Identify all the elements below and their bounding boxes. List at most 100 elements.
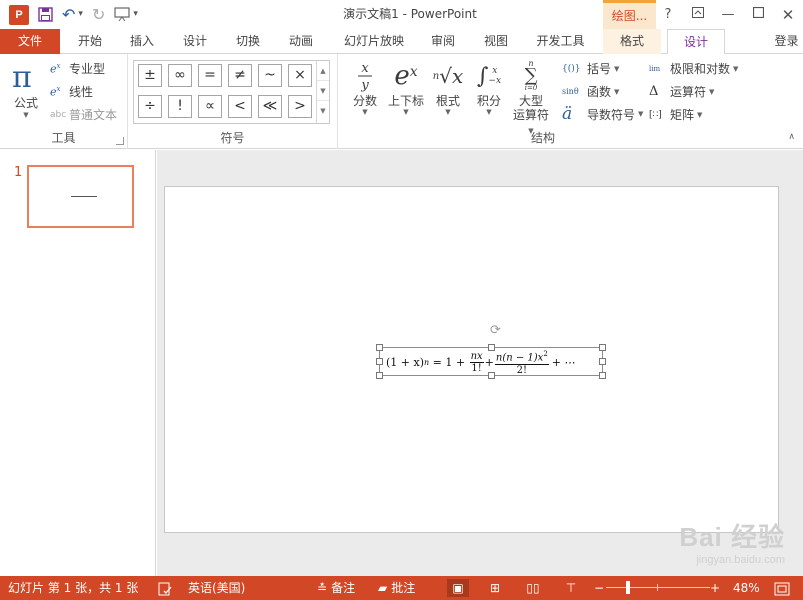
symbol-times[interactable]: ×: [288, 64, 312, 87]
function-button[interactable]: sinθ 函数 ▼: [562, 83, 619, 100]
undo-icon[interactable]: ↶: [62, 0, 75, 29]
language-indicator[interactable]: 英语(美国): [188, 576, 245, 600]
tab-equation-design[interactable]: 设计: [667, 29, 725, 55]
gallery-more-icon[interactable]: ▼: [317, 101, 329, 121]
symbol-gallery-scroll: ▲ ▼ ▼: [316, 61, 329, 123]
slide-canvas[interactable]: ⟳ (1 + x) n = 1 + nx 1! + n(n − 1)x2 2! …: [164, 186, 779, 533]
watermark-main: Bai 经验: [679, 522, 785, 552]
group-label-structures: 结构: [530, 131, 555, 145]
help-icon[interactable]: ?: [653, 7, 683, 22]
limit-log-button[interactable]: lim 极限和对数 ▼: [649, 60, 738, 77]
group-tools: π 公式 ▼ ex 专业型 ex 线性 abc 普通文本 工具: [0, 54, 128, 149]
reading-view-icon[interactable]: ▯▯: [522, 579, 544, 597]
resize-handle-tr[interactable]: [599, 344, 606, 351]
bracket-button[interactable]: {()} 括号 ▼: [562, 60, 619, 77]
resize-handle-bl[interactable]: [376, 372, 383, 379]
equation-tail: + ⋯: [551, 356, 576, 369]
equation-pi-icon[interactable]: π: [12, 60, 32, 95]
powerpoint-logo-icon[interactable]: P: [9, 4, 29, 25]
tab-view[interactable]: 视图: [476, 29, 516, 54]
tab-design[interactable]: 设计: [175, 29, 215, 54]
undo-dropdown-icon[interactable]: ▾: [78, 0, 83, 29]
restore-icon[interactable]: [743, 6, 773, 22]
accent-button[interactable]: ä 导数符号 ▼: [562, 104, 643, 124]
scroll-down-icon[interactable]: ▼: [317, 81, 329, 101]
rotate-handle-icon[interactable]: ⟳: [490, 323, 501, 338]
symbol-tilde[interactable]: ~: [258, 64, 282, 87]
collapse-ribbon-icon[interactable]: ∧: [788, 132, 795, 142]
tools-dialog-launcher-icon[interactable]: [116, 137, 124, 145]
radical-button[interactable]: n √x 根式 ▼: [430, 58, 466, 116]
signin-link[interactable]: 登录: [770, 29, 803, 54]
fraction-button[interactable]: xy 分数 ▼: [348, 58, 382, 116]
symbol-much-less[interactable]: ≪: [258, 95, 282, 118]
save-icon[interactable]: [38, 7, 53, 22]
symbol-factorial[interactable]: !: [168, 95, 192, 118]
linear-format-icon: ex: [50, 84, 61, 99]
equation-button[interactable]: 公式 ▼: [8, 94, 44, 119]
fraction-1-denominator: 1!: [471, 363, 482, 374]
minimize-icon[interactable]: —: [713, 7, 743, 22]
symbol-infinity[interactable]: ∞: [168, 64, 192, 87]
comments-button[interactable]: ▰ 批注: [378, 576, 415, 600]
normal-text-label: 普通文本: [69, 108, 118, 122]
normal-view-icon[interactable]: ▣: [447, 579, 469, 597]
tab-home[interactable]: 开始: [70, 29, 110, 54]
matrix-button[interactable]: [∷] 矩阵 ▼: [649, 106, 702, 123]
chevron-down-icon: ▼: [445, 108, 451, 116]
status-bar: 幻灯片 第 1 张，共 1 张 英语(美国) ≛ 备注 ▰ 批注 ▣ ⊞ ▯▯ ⊤ …: [0, 576, 803, 600]
customize-qat-icon[interactable]: ▾: [133, 0, 138, 29]
linear-button[interactable]: ex 线性: [50, 83, 93, 100]
tab-developer[interactable]: 开发工具: [528, 29, 593, 54]
normal-text-button[interactable]: abc 普通文本: [50, 106, 117, 123]
equation-textbox[interactable]: ⟳ (1 + x) n = 1 + nx 1! + n(n − 1)x2 2! …: [376, 323, 606, 379]
integral-button[interactable]: ∫ x −x 积分 ▼: [472, 58, 506, 117]
resize-handle-r[interactable]: [599, 358, 606, 365]
integral-icon: ∫ x −x: [476, 63, 502, 89]
resize-handle-tl[interactable]: [376, 344, 383, 351]
symbol-plus-minus[interactable]: ±: [138, 64, 162, 87]
slideshow-view-icon[interactable]: ⊤: [560, 579, 582, 597]
spellcheck-icon[interactable]: [158, 576, 172, 600]
zoom-level[interactable]: 48%: [733, 576, 760, 600]
zoom-in-button[interactable]: +: [710, 576, 720, 600]
scroll-up-icon[interactable]: ▲: [317, 61, 329, 81]
professional-button[interactable]: ex 专业型: [50, 60, 105, 77]
close-icon[interactable]: ✕: [773, 6, 803, 24]
resize-handle-l[interactable]: [376, 358, 383, 365]
ribbon: π 公式 ▼ ex 专业型 ex 线性 abc 普通文本 工具 ± ∞ = ≠ …: [0, 54, 803, 149]
symbol-greater-than[interactable]: >: [288, 95, 312, 118]
large-operator-button[interactable]: n ∑ i=0 大型 运算符 ▼: [510, 58, 552, 138]
slide-thumbnail[interactable]: [27, 165, 134, 228]
tab-review[interactable]: 审阅: [423, 29, 463, 54]
symbol-divide[interactable]: ÷: [138, 95, 162, 118]
slide-sorter-view-icon[interactable]: ⊞: [484, 579, 506, 597]
zoom-slider-thumb[interactable]: [626, 581, 630, 594]
slide-info[interactable]: 幻灯片 第 1 张，共 1 张: [8, 576, 138, 600]
symbol-proportional[interactable]: ∝: [198, 95, 222, 118]
tab-file[interactable]: 文件: [0, 29, 60, 54]
ribbon-display-options-icon[interactable]: [683, 7, 713, 22]
tab-format[interactable]: 格式: [603, 29, 661, 54]
symbol-less-than[interactable]: <: [228, 95, 252, 118]
operator-button[interactable]: Δ 运算符 ▼: [649, 83, 714, 100]
present-from-start-icon[interactable]: [114, 7, 130, 22]
symbol-not-equal[interactable]: ≠: [228, 64, 252, 87]
chevron-down-icon: ▼: [733, 64, 739, 73]
tab-insert[interactable]: 插入: [122, 29, 162, 54]
symbol-equals[interactable]: =: [198, 64, 222, 87]
summation-icon: n ∑ i=0: [524, 59, 538, 92]
zoom-slider-track[interactable]: [606, 587, 710, 588]
tab-transitions[interactable]: 切换: [228, 29, 268, 54]
zoom-out-button[interactable]: −: [594, 576, 604, 600]
notes-button[interactable]: ≛ 备注: [317, 576, 355, 600]
redo-icon[interactable]: ↻: [92, 0, 105, 29]
tab-animations[interactable]: 动画: [281, 29, 321, 54]
equation-plus: +: [484, 356, 494, 369]
fit-to-window-icon[interactable]: [774, 576, 790, 600]
svg-text:y: y: [360, 78, 369, 93]
script-button[interactable]: ex 上下标 ▼: [386, 58, 426, 116]
resize-handle-br[interactable]: [599, 372, 606, 379]
tab-slideshow[interactable]: 幻灯片放映: [334, 29, 414, 54]
matrix-label: 矩阵: [670, 108, 695, 122]
